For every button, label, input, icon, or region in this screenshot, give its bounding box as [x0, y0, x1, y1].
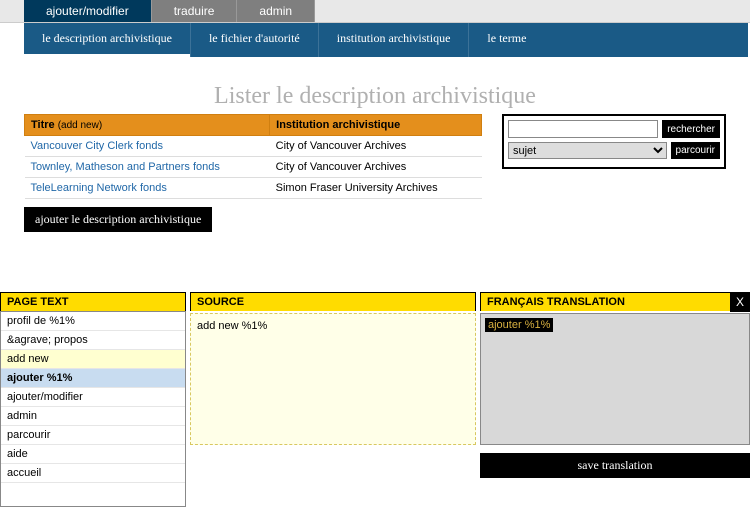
table-row: Vancouver City Clerk fonds City of Vancou… [25, 136, 482, 157]
second-nav: le description archivistique le fichier … [24, 23, 748, 57]
stab-institution[interactable]: institution archivistique [318, 23, 469, 57]
stab-authority[interactable]: le fichier d'autorité [190, 23, 318, 57]
list-item[interactable]: admin [1, 407, 185, 426]
colhead-source: SOURCE [190, 292, 476, 311]
list-item[interactable]: profil de %1% [1, 312, 185, 331]
pagetext-list[interactable]: profil de %1%&agrave; proposadd newajout… [0, 311, 186, 507]
list-item[interactable]: ajouter %1% [1, 369, 185, 388]
search-input[interactable] [508, 120, 658, 138]
list-item[interactable]: &agrave; propos [1, 331, 185, 350]
th-addnew[interactable]: (add new) [58, 120, 102, 131]
toptab-admin[interactable]: admin [237, 0, 315, 22]
search-button[interactable]: rechercher [662, 120, 720, 138]
th-title-text: Titre [31, 119, 55, 131]
translation-panel: X PAGE TEXT profil de %1%&agrave; propos… [0, 292, 750, 507]
table-row: Townley, Matheson and Partners fonds City… [25, 157, 482, 178]
list-item[interactable]: ajouter/modifier [1, 388, 185, 407]
search-box: rechercher sujet parcourir [502, 114, 726, 169]
close-icon[interactable]: X [730, 292, 750, 312]
stab-term[interactable]: le terme [468, 23, 544, 57]
stab-description[interactable]: le description archivistique [24, 23, 190, 57]
th-title: Titre (add new) [25, 115, 270, 136]
source-box: add new %1% [190, 313, 476, 445]
colhead-translation: FRANÇAIS TRANSLATION [480, 292, 750, 311]
row-institution: City of Vancouver Archives [270, 136, 482, 157]
row-institution: Simon Fraser University Archives [270, 178, 482, 199]
page-heading: Lister le description archivistique [24, 83, 726, 110]
table-row: TeleLearning Network fonds Simon Fraser U… [25, 178, 482, 199]
listing: Titre (add new) Institution archivistiqu… [24, 114, 482, 232]
list-item[interactable]: parcourir [1, 426, 185, 445]
row-title-link[interactable]: TeleLearning Network fonds [31, 182, 167, 194]
row-title-link[interactable]: Townley, Matheson and Partners fonds [31, 161, 220, 173]
browse-select[interactable]: sujet [508, 142, 667, 159]
list-item[interactable]: accueil [1, 464, 185, 483]
th-institution: Institution archivistique [270, 115, 482, 136]
translation-box[interactable]: ajouter %1% [480, 313, 750, 445]
add-description-button[interactable]: ajouter le description archivistique [24, 207, 212, 232]
browse-button[interactable]: parcourir [671, 142, 720, 159]
row-institution: City of Vancouver Archives [270, 157, 482, 178]
translation-text: ajouter %1% [485, 318, 553, 332]
top-nav: ajouter/modifier traduire admin [0, 0, 750, 23]
list-item[interactable]: aide [1, 445, 185, 464]
list-item[interactable]: add new [1, 350, 185, 369]
toptab-add-modify[interactable]: ajouter/modifier [24, 0, 152, 22]
row-title-link[interactable]: Vancouver City Clerk fonds [31, 140, 163, 152]
save-translation-button[interactable]: save translation [480, 453, 750, 478]
results-table: Titre (add new) Institution archivistiqu… [24, 114, 482, 199]
colhead-pagetext: PAGE TEXT [0, 292, 186, 311]
toptab-translate[interactable]: traduire [152, 0, 238, 22]
